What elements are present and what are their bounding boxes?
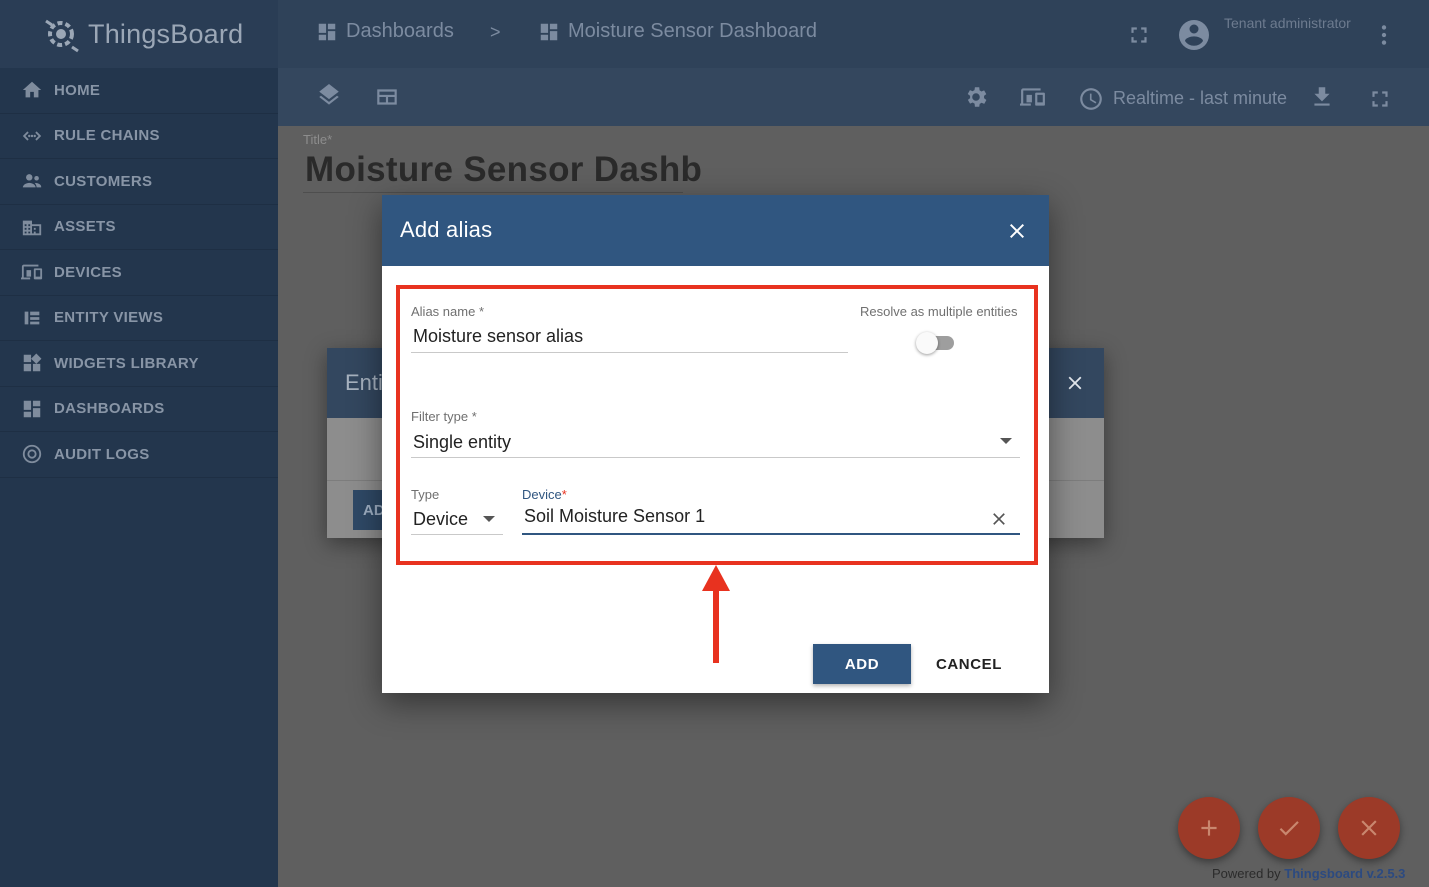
user-role-label: Tenant administrator xyxy=(1224,15,1351,31)
fullscreen-icon[interactable] xyxy=(1126,22,1152,48)
toggle-thumb xyxy=(916,332,938,354)
brand-name: ThingsBoard xyxy=(88,18,244,49)
powered-by: Powered by Thingsboard v.2.5.3 xyxy=(1212,866,1406,881)
breadcrumb-current: Moisture Sensor Dashboard xyxy=(538,20,817,43)
sidebar-item-label: CUSTOMERS xyxy=(54,172,153,190)
sidebar-item-dashboards[interactable]: DASHBOARDS xyxy=(0,387,278,432)
sidebar-item-devices[interactable]: DEVICES xyxy=(0,250,278,296)
sidebar-item-label: DASHBOARDS xyxy=(54,400,165,418)
close-icon[interactable] xyxy=(1005,219,1029,243)
sidebar-item-audit-logs[interactable]: AUDIT LOGS xyxy=(0,432,278,478)
resolve-multiple-toggle[interactable] xyxy=(916,332,956,354)
plus-icon xyxy=(1201,820,1217,836)
sidebar-item-widgets-library[interactable]: WIDGETS LIBRARY xyxy=(0,341,278,387)
device-autocomplete-input[interactable] xyxy=(524,506,974,527)
dashboards-icon xyxy=(20,397,44,421)
widgets-library-icon xyxy=(20,351,44,375)
chevron-down-icon[interactable] xyxy=(483,516,495,522)
filter-type-select[interactable]: Single entity xyxy=(413,432,511,453)
entity-aliases-dialog-title: Enti xyxy=(345,370,383,395)
breadcrumb-root-label: Dashboards xyxy=(346,20,454,42)
resolve-multiple-label: Resolve as multiple entities xyxy=(860,304,1018,319)
alias-name-label: Alias name * xyxy=(411,304,484,319)
top-bar: Dashboards > Moisture Sensor Dashboard T… xyxy=(278,0,1429,68)
sidebar-item-rule-chains[interactable]: RULE CHAINS xyxy=(0,114,278,159)
devices-icon xyxy=(20,260,44,284)
sidebar-item-label: RULE CHAINS xyxy=(54,127,160,145)
sidebar-item-label: ASSETS xyxy=(54,218,116,236)
type-label: Type xyxy=(411,487,440,502)
dashboard-toolbar: Realtime - last minute xyxy=(278,68,1429,126)
home-icon xyxy=(20,78,44,102)
title-field-underline xyxy=(303,192,683,193)
fullscreen-icon[interactable] xyxy=(1367,86,1393,112)
close-icon xyxy=(1361,820,1377,836)
device-underline xyxy=(522,533,1020,535)
layout-icon[interactable] xyxy=(374,84,400,110)
version-link[interactable]: Thingsboard v.2.5.3 xyxy=(1284,866,1405,881)
sidebar-item-entity-views[interactable]: ENTITY VIEWS xyxy=(0,296,278,341)
type-select[interactable]: Device xyxy=(413,509,468,530)
apply-changes-fab[interactable] xyxy=(1258,797,1320,859)
sidebar-nav: HOME RULE CHAINS CUSTOMERS ASSETS DEVICE… xyxy=(0,68,278,478)
sidebar: ThingsBoard HOME RULE CHAINS CUSTOMERS A… xyxy=(0,0,278,887)
type-underline xyxy=(411,534,503,535)
dashboards-icon xyxy=(540,23,558,40)
sidebar-item-label: DEVICES xyxy=(54,263,122,281)
clear-icon[interactable] xyxy=(989,509,1009,529)
add-alias-dialog-header: Add alias xyxy=(382,195,1049,266)
sidebar-item-assets[interactable]: ASSETS xyxy=(0,205,278,250)
entity-views-icon xyxy=(20,306,44,330)
download-icon[interactable] xyxy=(1309,84,1335,110)
more-vert-icon[interactable] xyxy=(1371,22,1397,48)
breadcrumb-dashboards[interactable]: Dashboards xyxy=(316,20,454,43)
close-icon[interactable] xyxy=(1064,372,1086,394)
alias-name-underline xyxy=(411,352,848,353)
sidebar-item-label: AUDIT LOGS xyxy=(54,445,150,463)
check-icon xyxy=(1279,821,1299,836)
breadcrumb-current-label: Moisture Sensor Dashboard xyxy=(568,20,818,42)
filter-type-underline xyxy=(411,457,1020,458)
sidebar-item-home[interactable]: HOME xyxy=(0,68,278,114)
settings-gear-icon[interactable] xyxy=(963,84,989,110)
add-alias-dialog: Add alias Alias name * Moisture sensor a… xyxy=(382,195,1049,693)
thingsboard-logo-icon xyxy=(45,19,79,53)
clock-icon[interactable] xyxy=(1078,86,1104,112)
chevron-down-icon[interactable] xyxy=(1000,438,1012,444)
device-label: Device* xyxy=(522,487,567,502)
arrow-up-annotation-icon xyxy=(702,565,730,663)
filter-type-label: Filter type * xyxy=(411,409,477,424)
alias-name-input[interactable]: Moisture sensor alias xyxy=(413,326,583,347)
add-alias-dialog-title: Add alias xyxy=(400,217,493,242)
dashboards-icon xyxy=(318,23,336,40)
customers-icon xyxy=(20,169,44,193)
breadcrumb-separator: > xyxy=(490,22,501,42)
layers-icon[interactable] xyxy=(316,84,342,110)
add-button[interactable]: ADD xyxy=(813,644,911,684)
title-field-label: Title* xyxy=(303,132,333,147)
brand[interactable]: ThingsBoard xyxy=(0,0,278,68)
account-avatar-icon[interactable] xyxy=(1176,17,1212,53)
add-widget-fab[interactable] xyxy=(1178,797,1240,859)
sidebar-item-label: WIDGETS LIBRARY xyxy=(54,354,199,372)
audit-logs-icon xyxy=(20,442,44,466)
sidebar-item-customers[interactable]: CUSTOMERS xyxy=(0,159,278,205)
timewindow-label[interactable]: Realtime - last minute xyxy=(1113,88,1287,109)
discard-changes-fab[interactable] xyxy=(1338,797,1400,859)
entity-aliases-devices-icon[interactable] xyxy=(1020,84,1046,110)
rule-chains-icon xyxy=(20,124,44,148)
sidebar-item-label: ENTITY VIEWS xyxy=(54,309,164,327)
title-field-value[interactable]: Moisture Sensor Dashb xyxy=(305,150,702,190)
sidebar-item-label: HOME xyxy=(54,81,101,99)
cancel-button[interactable]: CANCEL xyxy=(925,644,1013,684)
assets-icon xyxy=(20,215,44,239)
